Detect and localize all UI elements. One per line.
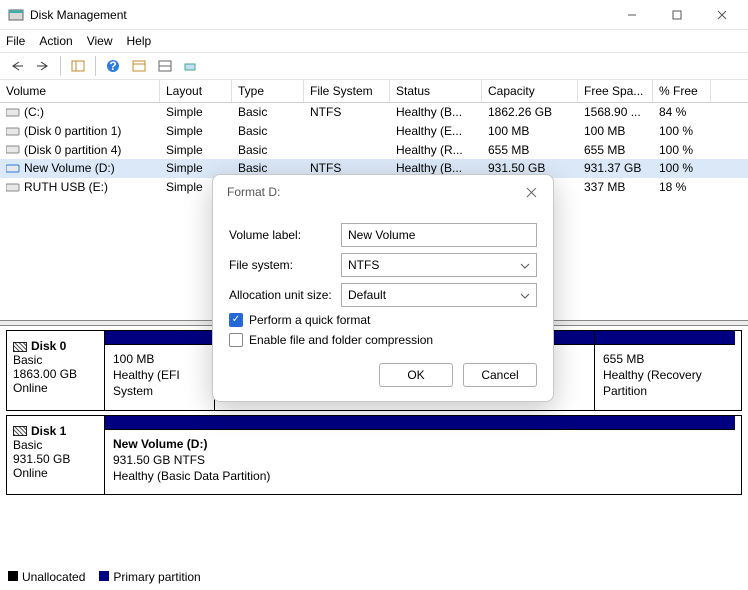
chevron-down-icon bbox=[520, 290, 530, 304]
col-free[interactable]: Free Spa... bbox=[578, 80, 653, 102]
toolbar-sep bbox=[60, 56, 61, 76]
app-icon bbox=[8, 7, 24, 23]
volume-row[interactable]: (Disk 0 partition 1)SimpleBasicHealthy (… bbox=[0, 122, 748, 141]
titlebar: Disk Management bbox=[0, 0, 748, 30]
toolbar-sep bbox=[95, 56, 96, 76]
file-system-select[interactable]: NTFS bbox=[341, 253, 537, 277]
volume-row[interactable]: (Disk 0 partition 4)SimpleBasicHealthy (… bbox=[0, 141, 748, 160]
partition[interactable]: 100 MBHealthy (EFI System bbox=[105, 331, 215, 410]
col-pct[interactable]: % Free bbox=[653, 80, 711, 102]
quick-format-label: Perform a quick format bbox=[249, 313, 370, 327]
compression-checkbox[interactable] bbox=[229, 333, 243, 347]
forward-button[interactable] bbox=[32, 55, 54, 77]
format-dialog: Format D: Volume label: File system: NTF… bbox=[212, 174, 554, 402]
help-button[interactable]: ? bbox=[102, 55, 124, 77]
dialog-title: Format D: bbox=[227, 185, 517, 199]
disk-label[interactable]: Disk 0Basic1863.00 GBOnline bbox=[7, 331, 105, 410]
list-button[interactable] bbox=[154, 55, 176, 77]
col-type[interactable]: Type bbox=[232, 80, 304, 102]
close-button[interactable] bbox=[699, 0, 744, 30]
col-capacity[interactable]: Capacity bbox=[482, 80, 578, 102]
volume-row[interactable]: (C:)SimpleBasicNTFSHealthy (B...1862.26 … bbox=[0, 103, 748, 122]
label-volume: Volume label: bbox=[229, 228, 341, 242]
partition[interactable]: New Volume (D:)931.50 GB NTFSHealthy (Ba… bbox=[105, 416, 735, 495]
volume-label-input[interactable] bbox=[341, 223, 537, 247]
dialog-close-button[interactable] bbox=[517, 178, 545, 206]
show-hide-button[interactable] bbox=[67, 55, 89, 77]
disk-row: Disk 1Basic931.50 GBOnlineNew Volume (D:… bbox=[6, 415, 742, 496]
menu-file[interactable]: File bbox=[6, 34, 25, 48]
allocation-size-select[interactable]: Default bbox=[341, 283, 537, 307]
quick-format-checkbox[interactable] bbox=[229, 313, 243, 327]
partition[interactable]: 655 MBHealthy (Recovery Partition bbox=[595, 331, 735, 410]
col-layout[interactable]: Layout bbox=[160, 80, 232, 102]
menubar: File Action View Help bbox=[0, 30, 748, 52]
legend: Unallocated Primary partition bbox=[8, 570, 201, 584]
maximize-button[interactable] bbox=[654, 0, 699, 30]
minimize-button[interactable] bbox=[609, 0, 654, 30]
cancel-button[interactable]: Cancel bbox=[463, 363, 537, 387]
chevron-down-icon bbox=[520, 260, 530, 274]
col-fs[interactable]: File System bbox=[304, 80, 390, 102]
ok-button[interactable]: OK bbox=[379, 363, 453, 387]
svg-text:?: ? bbox=[109, 59, 116, 73]
col-volume[interactable]: Volume bbox=[0, 80, 160, 102]
menu-action[interactable]: Action bbox=[39, 34, 72, 48]
back-button[interactable] bbox=[6, 55, 28, 77]
list-header: Volume Layout Type File System Status Ca… bbox=[0, 80, 748, 103]
dialog-titlebar: Format D: bbox=[213, 175, 553, 209]
legend-unallocated: Unallocated bbox=[8, 570, 85, 584]
label-fs: File system: bbox=[229, 258, 341, 272]
label-alloc: Allocation unit size: bbox=[229, 288, 341, 302]
toolbar: ? bbox=[0, 52, 748, 80]
col-status[interactable]: Status bbox=[390, 80, 482, 102]
action-button[interactable] bbox=[180, 55, 202, 77]
menu-view[interactable]: View bbox=[87, 34, 113, 48]
menu-help[interactable]: Help bbox=[127, 34, 152, 48]
compression-label: Enable file and folder compression bbox=[249, 333, 433, 347]
disk-label[interactable]: Disk 1Basic931.50 GBOnline bbox=[7, 416, 105, 495]
settings-button[interactable] bbox=[128, 55, 150, 77]
legend-primary: Primary partition bbox=[99, 570, 200, 584]
window-title: Disk Management bbox=[30, 8, 609, 22]
